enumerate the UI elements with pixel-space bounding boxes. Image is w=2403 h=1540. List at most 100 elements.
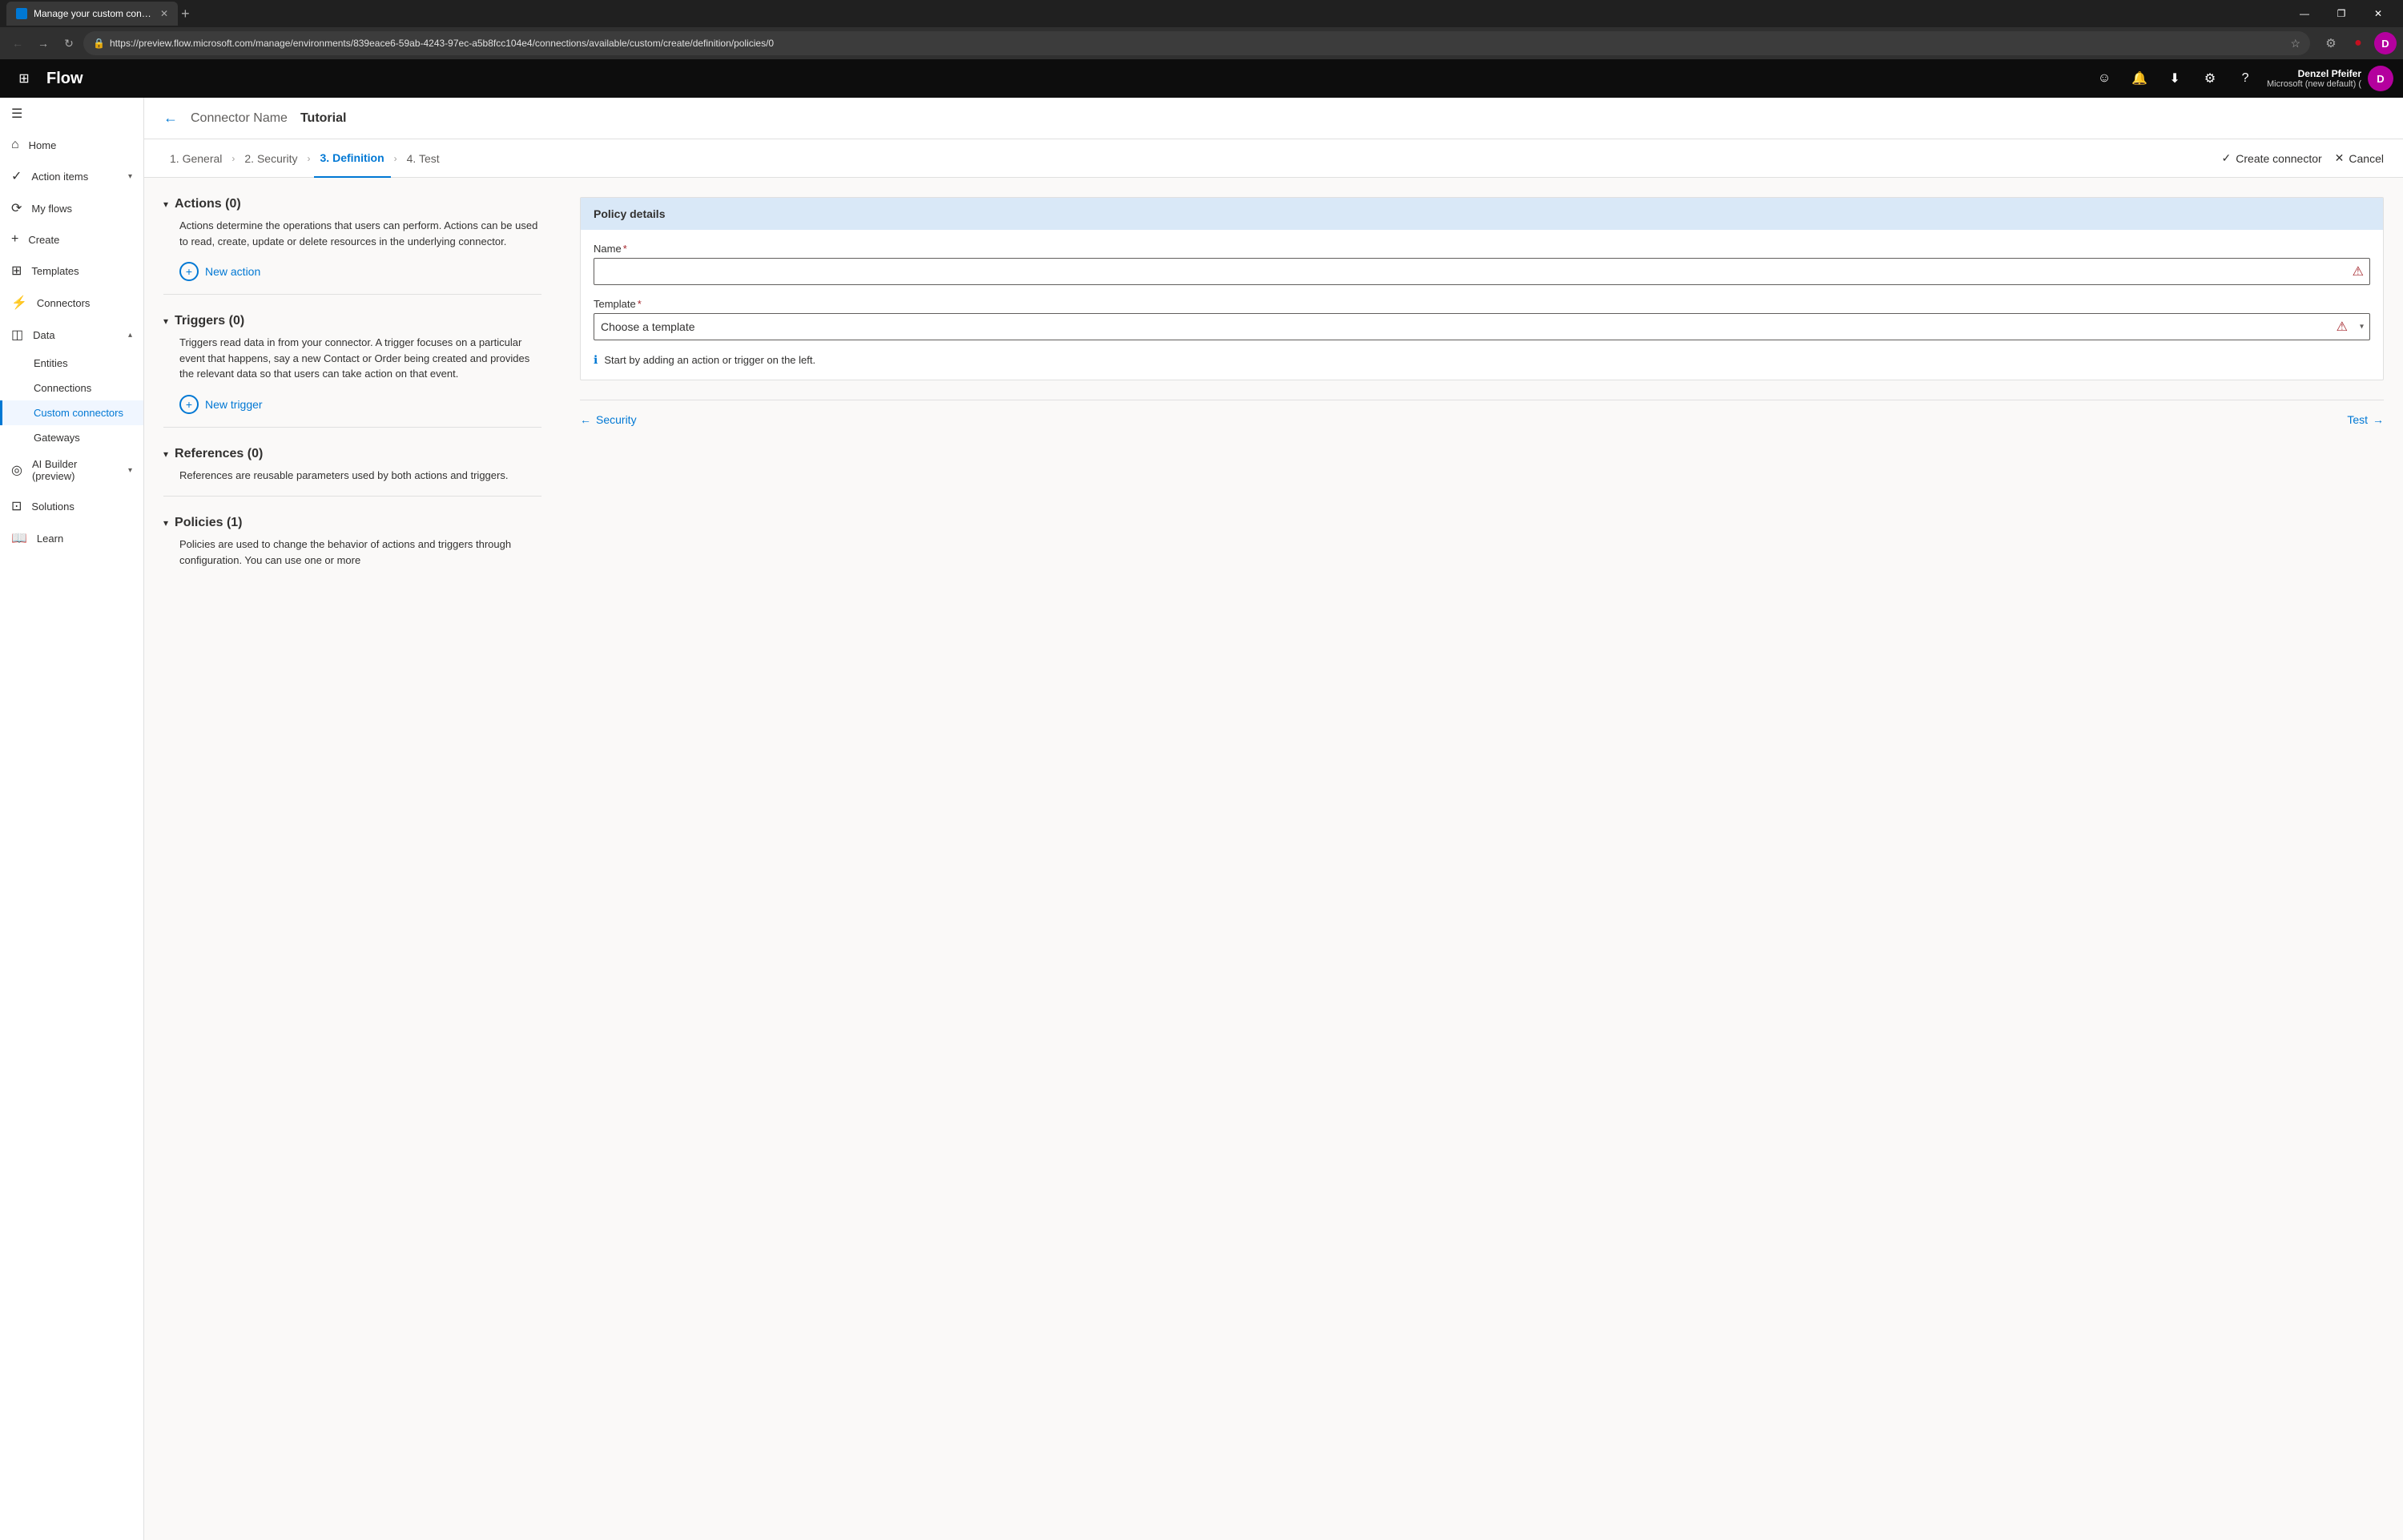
sidebar-item-connections[interactable]: Connections bbox=[0, 376, 143, 400]
browser-tab[interactable]: Manage your custom connectors ✕ bbox=[6, 2, 178, 26]
notifications-icon[interactable]: 🔔 bbox=[2126, 65, 2153, 92]
waffle-menu[interactable]: ⊞ bbox=[10, 64, 38, 93]
template-select[interactable]: Choose a template bbox=[594, 313, 2370, 340]
browser-toolbar: ← → ↻ 🔒 https://preview.flow.microsoft.c… bbox=[0, 27, 2403, 59]
sidebar-create-label: Create bbox=[28, 234, 132, 246]
actions-section-header: ▾ Actions (0) bbox=[163, 197, 541, 211]
minimize-button[interactable]: — bbox=[2286, 2, 2323, 26]
new-trigger-button[interactable]: + New trigger bbox=[179, 395, 541, 414]
create-connector-button[interactable]: ✓ Create connector bbox=[2222, 151, 2322, 165]
references-divider bbox=[163, 496, 541, 497]
triggers-divider bbox=[163, 427, 541, 428]
wizard-step-test[interactable]: 4. Test bbox=[400, 139, 446, 178]
sidebar-item-learn[interactable]: 📖 Learn bbox=[0, 522, 143, 554]
ai-builder-icon: ◎ bbox=[11, 462, 22, 478]
red-icon[interactable]: ● bbox=[2347, 32, 2369, 54]
sidebar-item-hamburger[interactable]: ☰ bbox=[0, 98, 143, 130]
forward-to-test-button[interactable]: Test → bbox=[2347, 413, 2384, 426]
action-items-icon: ✓ bbox=[11, 168, 22, 184]
close-button[interactable]: ✕ bbox=[2360, 2, 2397, 26]
actions-divider bbox=[163, 294, 541, 295]
info-message: ℹ Start by adding an action or trigger o… bbox=[594, 353, 2370, 367]
sidebar: ☰ ⌂ Home ✓ Action items ▾ ⟳ My flows + C… bbox=[0, 98, 144, 1540]
create-icon: + bbox=[11, 232, 18, 247]
data-chevron: ▴ bbox=[128, 331, 132, 340]
new-action-button[interactable]: + New action bbox=[179, 262, 541, 281]
references-description: References are reusable parameters used … bbox=[163, 468, 541, 484]
policies-section-header: ▾ Policies (1) bbox=[163, 516, 541, 530]
url-text: https://preview.flow.microsoft.com/manag… bbox=[110, 38, 2285, 49]
window-controls: — ❐ ✕ bbox=[2286, 2, 2397, 26]
connector-tutorial-label: Tutorial bbox=[300, 111, 346, 126]
sidebar-item-connectors[interactable]: ⚡ Connectors bbox=[0, 287, 143, 319]
policies-toggle[interactable]: ▾ bbox=[163, 517, 168, 529]
policy-details-card: Policy details Name* ⚠ Template* bbox=[580, 197, 2384, 380]
policy-details-header: Policy details bbox=[581, 198, 2383, 230]
app-container: ☰ ⌂ Home ✓ Action items ▾ ⟳ My flows + C… bbox=[0, 98, 2403, 1540]
address-bar[interactable]: 🔒 https://preview.flow.microsoft.com/man… bbox=[83, 31, 2310, 55]
wizard-steps: 1. General › 2. Security › 3. Definition… bbox=[144, 139, 2403, 178]
references-section-header: ▾ References (0) bbox=[163, 447, 541, 461]
sidebar-item-action-items[interactable]: ✓ Action items ▾ bbox=[0, 160, 143, 192]
actions-toggle[interactable]: ▾ bbox=[163, 199, 168, 210]
name-field-wrapper: ⚠ bbox=[594, 258, 2370, 285]
wizard-steps-right: ✓ Create connector ✕ Cancel bbox=[2222, 151, 2384, 165]
step-chevron-1: › bbox=[231, 153, 235, 164]
maximize-button[interactable]: ❐ bbox=[2323, 2, 2360, 26]
sidebar-templates-label: Templates bbox=[31, 265, 132, 277]
new-action-plus-icon: + bbox=[179, 262, 199, 281]
sidebar-item-my-flows[interactable]: ⟳ My flows bbox=[0, 192, 143, 224]
triggers-section-header: ▾ Triggers (0) bbox=[163, 314, 541, 328]
cancel-button[interactable]: ✕ Cancel bbox=[2335, 151, 2384, 165]
user-avatar[interactable]: D bbox=[2368, 66, 2393, 91]
browser-tab-close-icon[interactable]: ✕ bbox=[160, 8, 168, 19]
sidebar-item-entities[interactable]: Entities bbox=[0, 351, 143, 376]
sidebar-item-home[interactable]: ⌂ Home bbox=[0, 130, 143, 160]
sidebar-item-templates[interactable]: ⊞ Templates bbox=[0, 255, 143, 287]
action-items-chevron: ▾ bbox=[128, 172, 132, 181]
back-to-security-button[interactable]: ← Security bbox=[580, 413, 637, 426]
forward-nav-button[interactable]: → bbox=[32, 32, 54, 54]
panel-footer: ← Security Test → bbox=[580, 400, 2384, 426]
sidebar-item-data[interactable]: ◫ Data ▴ bbox=[0, 319, 143, 351]
sidebar-item-ai-builder[interactable]: ◎ AI Builder (preview) ▾ bbox=[0, 450, 143, 490]
policy-details-body: Name* ⚠ Template* Choose a templat bbox=[581, 230, 2383, 380]
app-logo: Flow bbox=[46, 70, 83, 88]
extensions-icon[interactable]: ⚙ bbox=[2320, 32, 2342, 54]
lock-icon: 🔒 bbox=[93, 38, 105, 49]
policies-description: Policies are used to change the behavior… bbox=[163, 537, 541, 568]
sidebar-item-custom-connectors[interactable]: Custom connectors bbox=[0, 400, 143, 425]
back-button[interactable]: ← bbox=[163, 110, 178, 127]
references-toggle[interactable]: ▾ bbox=[163, 448, 168, 460]
browser-profile[interactable]: D bbox=[2374, 32, 2397, 54]
my-flows-icon: ⟳ bbox=[11, 200, 22, 216]
browser-favicon bbox=[16, 8, 27, 19]
new-trigger-plus-icon: + bbox=[179, 395, 199, 414]
app-topbar: ⊞ Flow ☺ 🔔 ⬇ ⚙ ? Denzel Pfeifer Microsof… bbox=[0, 59, 2403, 98]
new-trigger-label: New trigger bbox=[205, 398, 263, 411]
actions-description: Actions determine the operations that us… bbox=[163, 218, 541, 249]
wizard-step-general[interactable]: 1. General bbox=[163, 139, 228, 178]
bookmark-icon[interactable]: ☆ bbox=[2290, 37, 2300, 50]
new-tab-button[interactable]: + bbox=[181, 6, 190, 22]
info-icon: ℹ bbox=[594, 353, 598, 367]
wizard-step-definition[interactable]: 3. Definition bbox=[314, 139, 391, 178]
triggers-description: Triggers read data in from your connecto… bbox=[163, 335, 541, 382]
toolbar-right: ⚙ ● D bbox=[2320, 32, 2397, 54]
settings-icon[interactable]: ⚙ bbox=[2196, 65, 2224, 92]
wizard-step-security[interactable]: 2. Security bbox=[238, 139, 304, 178]
back-nav-button[interactable]: ← bbox=[6, 32, 29, 54]
help-icon[interactable]: ? bbox=[2232, 65, 2259, 92]
name-error-icon: ⚠ bbox=[2353, 263, 2364, 279]
name-field-label: Name* bbox=[594, 243, 2370, 255]
name-input[interactable] bbox=[594, 258, 2370, 285]
user-org: Microsoft (new default) ( bbox=[2267, 79, 2361, 89]
refresh-button[interactable]: ↻ bbox=[58, 32, 80, 54]
wizard-steps-left: 1. General › 2. Security › 3. Definition… bbox=[163, 139, 2222, 178]
sidebar-item-gateways[interactable]: Gateways bbox=[0, 425, 143, 450]
triggers-toggle[interactable]: ▾ bbox=[163, 316, 168, 327]
sidebar-item-solutions[interactable]: ⊡ Solutions bbox=[0, 490, 143, 522]
download-icon[interactable]: ⬇ bbox=[2161, 65, 2188, 92]
feedback-icon[interactable]: ☺ bbox=[2091, 65, 2118, 92]
sidebar-item-create[interactable]: + Create bbox=[0, 224, 143, 255]
